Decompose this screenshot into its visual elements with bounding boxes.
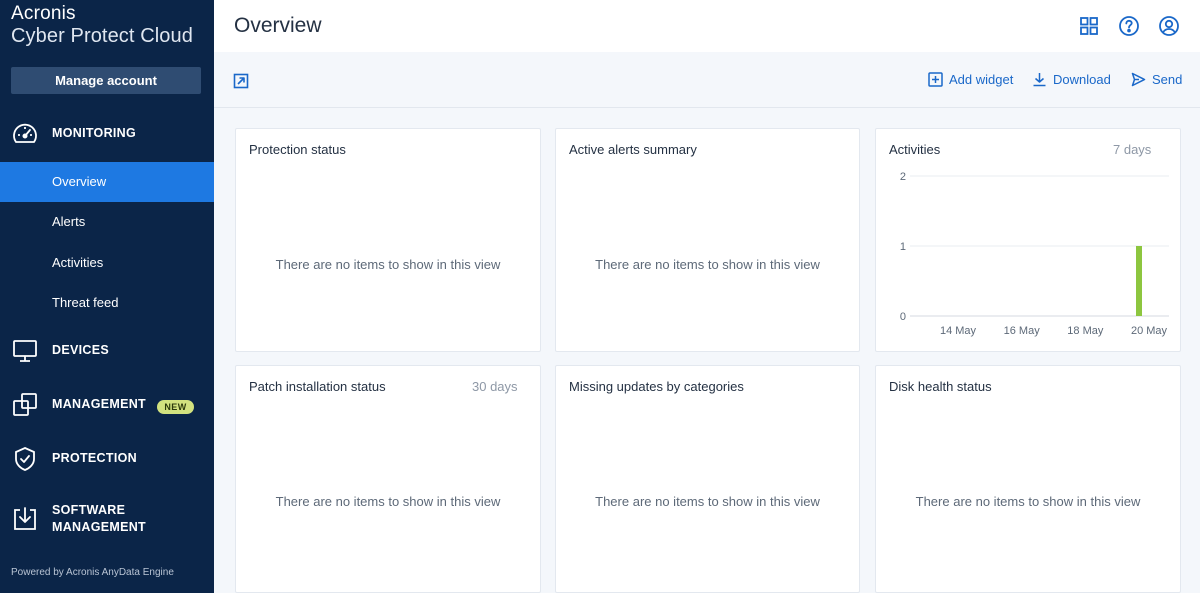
download-button[interactable]: Download (1032, 72, 1111, 87)
activities-chart: 0 1 2 14 May 16 May 18 May 20 May (900, 171, 1169, 337)
add-widget-button[interactable]: Add widget (928, 72, 1013, 87)
monitor-icon (13, 340, 37, 362)
sidebar: Acronis Cyber Protect Cloud Manage accou… (0, 0, 214, 593)
brand-product: Cyber Protect Cloud (11, 25, 193, 47)
sidebar-item-alerts[interactable]: Alerts (0, 202, 214, 242)
y-tick-label: 2 (900, 171, 906, 183)
widget-title: Active alerts summary (569, 142, 697, 157)
send-label: Send (1152, 72, 1183, 87)
nav-section-label: PROTECTION (52, 451, 137, 465)
download-box-icon (14, 507, 36, 530)
download-icon (1033, 73, 1046, 87)
send-button[interactable]: Send (1131, 72, 1182, 87)
widget-period: 30 days (472, 379, 518, 394)
powered-by-text: Powered by Acronis AnyData Engine (11, 567, 174, 578)
widget-title: Protection status (249, 142, 346, 157)
nav-section-label-line2: MANAGEMENT (52, 520, 146, 534)
add-widget-label: Add widget (949, 72, 1014, 87)
brand-name: Acronis (11, 3, 76, 24)
manage-account-button[interactable]: Manage account (11, 67, 201, 94)
x-tick-label: 20 May (1131, 325, 1168, 337)
widget-missing-updates[interactable]: Missing updates by categories There are … (555, 365, 860, 593)
widget-active-alerts-summary[interactable]: Active alerts summary There are no items… (555, 128, 860, 352)
shield-check-icon (15, 447, 35, 471)
top-bar: Overview (214, 0, 1200, 52)
x-tick-label: 18 May (1067, 325, 1104, 337)
widget-activities[interactable]: Activities 7 days 0 1 2 14 May 16 May 18 May 2… (875, 128, 1181, 352)
empty-state-text: There are no items to show in this view (595, 494, 820, 509)
page-title: Overview (234, 14, 322, 37)
gauge-icon (13, 123, 37, 143)
widget-patch-installation-status[interactable]: Patch installation status 30 days There … (235, 365, 541, 593)
nav-section-software-management[interactable]: SOFTWARE MANAGEMENT (0, 502, 214, 536)
nav-section-label: MANAGEMENT (52, 397, 146, 411)
sidebar-item-activities[interactable]: Activities (0, 243, 214, 283)
help-icon[interactable] (1118, 15, 1140, 37)
empty-state-text: There are no items to show in this view (915, 494, 1141, 509)
nav-section-monitoring[interactable]: MONITORING (0, 120, 214, 148)
sidebar-item-overview[interactable]: Overview (0, 162, 214, 202)
nav-section-label: SOFTWARE MANAGEMENT (52, 502, 146, 536)
new-badge: NEW (157, 400, 194, 414)
widget-title: Disk health status (889, 379, 992, 394)
send-icon (1131, 72, 1146, 87)
account-icon[interactable] (1158, 15, 1180, 37)
sidebar-item-threat-feed[interactable]: Threat feed (0, 283, 214, 323)
y-tick-label: 0 (900, 311, 906, 323)
dashboard-toolbar: Add widget Download Send (214, 52, 1200, 108)
y-tick-label: 1 (900, 241, 906, 253)
expand-icon[interactable] (233, 73, 249, 89)
copy-squares-icon (13, 393, 37, 416)
nav-section-label-line1: SOFTWARE (52, 503, 126, 517)
x-tick-label: 14 May (940, 325, 977, 337)
empty-state-text: There are no items to show in this view (275, 257, 501, 272)
widget-title: Patch installation status (249, 379, 386, 394)
widget-disk-health-status[interactable]: Disk health status There are no items to… (875, 365, 1181, 593)
widget-protection-status[interactable]: Protection status There are no items to … (235, 128, 541, 352)
grid-icon[interactable] (1078, 15, 1100, 37)
widget-title: Missing updates by categories (569, 379, 744, 394)
empty-state-text: There are no items to show in this view (275, 494, 501, 509)
chart-bar[interactable] (1136, 246, 1142, 316)
nav-section-label: MONITORING (52, 126, 137, 140)
download-label: Download (1053, 72, 1111, 87)
x-tick-label: 16 May (1004, 325, 1041, 337)
nav-section-devices[interactable]: DEVICES (0, 337, 214, 365)
nav-section-protection[interactable]: PROTECTION (0, 445, 214, 473)
nav-section-label: DEVICES (52, 343, 109, 357)
plus-square-icon (928, 72, 943, 87)
empty-state-text: There are no items to show in this view (595, 257, 820, 272)
brand-logo: Acronis Cyber Protect Cloud (11, 4, 193, 46)
